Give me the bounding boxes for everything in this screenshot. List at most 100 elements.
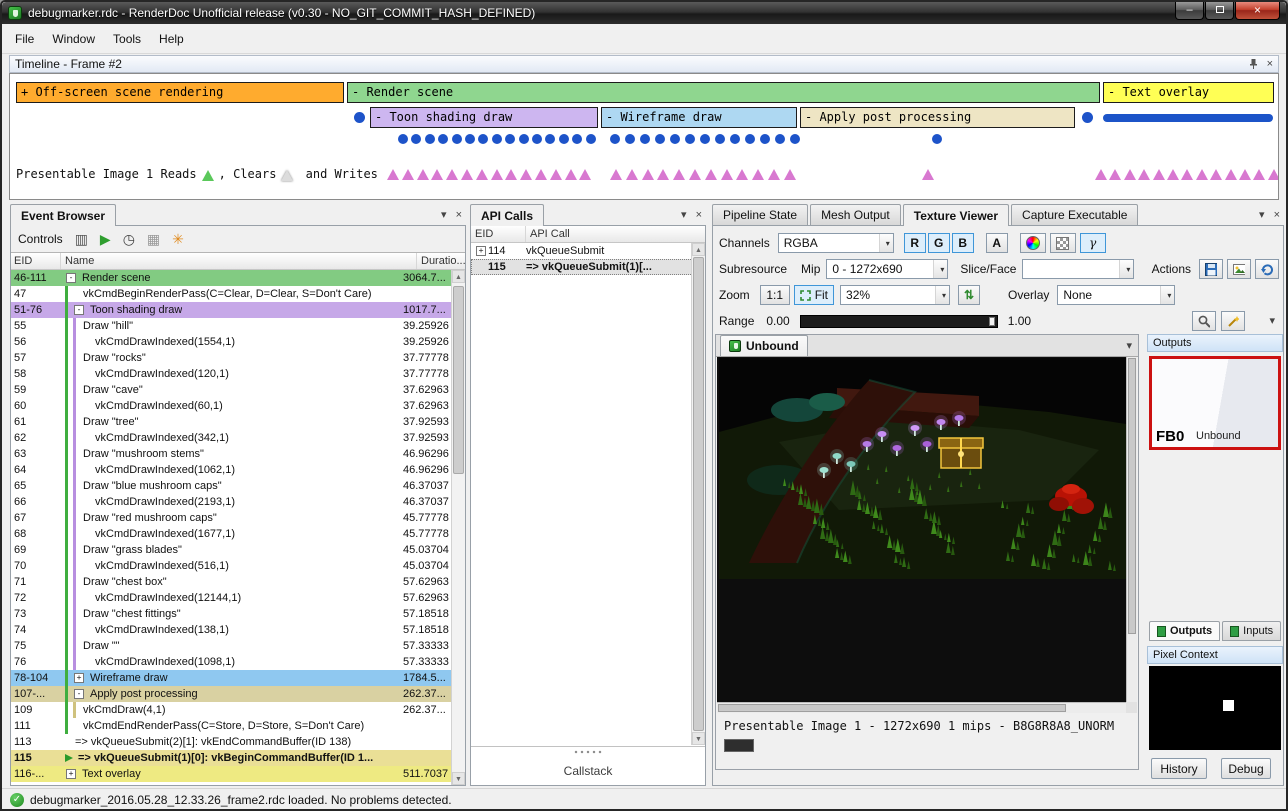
overlay-select[interactable]: None▾ (1057, 285, 1175, 305)
draw-call-dot[interactable] (715, 134, 725, 144)
event-row[interactable]: 70vkCmdDrawIndexed(516,1)45.03704 (11, 558, 451, 574)
event-row[interactable]: 72vkCmdDrawIndexed(12144,1)57.62963 (11, 590, 451, 606)
write-marker-icon[interactable] (673, 169, 685, 180)
write-marker-icon[interactable] (657, 169, 669, 180)
timeline-marker-bar[interactable]: - Text overlay (1103, 82, 1274, 103)
write-marker-icon[interactable] (626, 169, 638, 180)
draw-call-dot[interactable] (610, 134, 620, 144)
channels-select[interactable]: RGBA▾ (778, 233, 894, 253)
zoom-fit-button[interactable]: Fit (794, 285, 834, 305)
draw-call-dot[interactable] (478, 134, 488, 144)
event-row[interactable]: 57Draw "rocks"37.77778 (11, 350, 451, 366)
clear-marker-icon[interactable] (281, 170, 293, 181)
chevron-down-icon[interactable]: ▾ (1259, 210, 1265, 221)
close-icon[interactable]: × (696, 210, 702, 221)
timeline-marker-bar[interactable]: - Render scene (347, 82, 1100, 103)
close-button[interactable]: × (1235, 2, 1280, 20)
write-marker-icon[interactable] (1138, 169, 1150, 180)
menu-tools[interactable]: Tools (104, 28, 150, 50)
texture-image[interactable] (719, 358, 1126, 579)
text-overlay-draws-line[interactable] (1103, 114, 1273, 122)
read-marker-icon[interactable] (202, 170, 214, 181)
event-row[interactable]: 76vkCmdDrawIndexed(1098,1)57.33333 (11, 654, 451, 670)
event-row[interactable]: 68vkCmdDrawIndexed(1677,1)45.77778 (11, 526, 451, 542)
write-marker-icon[interactable] (491, 169, 503, 180)
draw-call-dot[interactable] (532, 134, 542, 144)
texture-scrollbar-horizontal[interactable] (717, 702, 1126, 713)
event-row[interactable]: 64vkCmdDrawIndexed(1062,1)46.96296 (11, 462, 451, 478)
scroll-up-icon[interactable]: ▲ (692, 243, 705, 256)
event-row[interactable]: 60vkCmdDrawIndexed(60,1)37.62963 (11, 398, 451, 414)
mip-select[interactable]: 0 - 1272x690▾ (826, 259, 948, 279)
event-row[interactable]: 65Draw "blue mushroom caps"46.37037 (11, 478, 451, 494)
column-eid[interactable]: EID (471, 226, 526, 242)
draw-call-dot[interactable] (425, 134, 435, 144)
draw-call-dot[interactable] (625, 134, 635, 144)
write-marker-icon[interactable] (784, 169, 796, 180)
event-row[interactable]: 66vkCmdDrawIndexed(2193,1)46.37037 (11, 494, 451, 510)
event-row[interactable]: 61Draw "tree"37.92593 (11, 414, 451, 430)
column-name[interactable]: Name (61, 253, 417, 269)
event-row[interactable]: 75Draw ""57.33333 (11, 638, 451, 654)
splitter-grip-icon[interactable] (573, 750, 603, 754)
tree-expander[interactable]: + (66, 769, 76, 779)
background-checker-button[interactable] (1050, 233, 1076, 253)
timeline-marker-bar[interactable]: - Wireframe draw (601, 107, 797, 128)
write-marker-icon[interactable] (1239, 169, 1251, 180)
timeline-marker-bar[interactable]: - Toon shading draw (370, 107, 598, 128)
draw-call-dot[interactable] (745, 134, 755, 144)
pixel-context-canvas[interactable] (1149, 666, 1281, 750)
goto-eid-icon[interactable]: ▶ (100, 232, 111, 246)
event-row[interactable]: 58vkCmdDrawIndexed(120,1)37.77778 (11, 366, 451, 382)
time-durations-icon[interactable]: ◷ (123, 232, 135, 246)
tab-event-browser[interactable]: Event Browser (10, 204, 116, 226)
scroll-down-icon[interactable]: ▼ (692, 732, 705, 745)
draw-call-dot[interactable] (775, 134, 785, 144)
minimize-button[interactable]: – (1175, 2, 1204, 20)
write-marker-icon[interactable] (431, 169, 443, 180)
draw-call-dot[interactable] (655, 134, 665, 144)
texture-canvas[interactable] (717, 357, 1137, 713)
write-marker-icon[interactable] (565, 169, 577, 180)
draw-call-dot[interactable] (545, 134, 555, 144)
write-marker-icon[interactable] (1225, 169, 1237, 180)
draw-call-dot[interactable] (438, 134, 448, 144)
chevron-down-icon[interactable]: ▾ (441, 210, 447, 221)
event-row[interactable]: 51-76-Toon shading draw1017.7... (11, 302, 451, 318)
column-api-call[interactable]: API Call (526, 226, 705, 242)
tab-list-icon[interactable]: ▾ (1126, 341, 1138, 356)
tree-expander[interactable]: - (66, 273, 76, 283)
api-call-row[interactable]: 115=> vkQueueSubmit(1)[... (471, 259, 705, 275)
draw-call-dot[interactable] (519, 134, 529, 144)
close-icon[interactable]: × (1267, 59, 1273, 70)
timeline-panel-header[interactable]: Timeline - Frame #2 × (9, 55, 1279, 73)
draw-call-dot[interactable] (559, 134, 569, 144)
write-marker-icon[interactable] (768, 169, 780, 180)
tab-unbound-texture[interactable]: Unbound (720, 335, 808, 356)
tree-expander[interactable]: - (74, 689, 84, 699)
flip-y-button[interactable]: ⇅ (958, 285, 980, 305)
menu-window[interactable]: Window (43, 28, 104, 50)
write-marker-icon[interactable] (705, 169, 717, 180)
write-marker-icon[interactable] (476, 169, 488, 180)
event-row[interactable]: 116-...+Text overlay511.7037 (11, 766, 451, 782)
column-eid[interactable]: EID (11, 253, 61, 269)
gamma-button[interactable]: γ (1080, 233, 1106, 253)
refresh-button[interactable] (1255, 259, 1279, 279)
event-row[interactable]: 71Draw "chest box"57.62963 (11, 574, 451, 590)
column-duration[interactable]: Duratio... (417, 253, 465, 269)
event-row[interactable]: 73Draw "chest fittings"57.18518 (11, 606, 451, 622)
title-bar[interactable]: debugmarker.rdc - RenderDoc Unofficial r… (2, 2, 1286, 24)
write-marker-icon[interactable] (461, 169, 473, 180)
tab-texture-viewer[interactable]: Texture Viewer (903, 204, 1009, 226)
alpha-channel-button[interactable]: A (986, 233, 1008, 253)
chevron-down-icon[interactable]: ▾ (681, 210, 687, 221)
write-marker-icon[interactable] (1253, 169, 1265, 180)
fb0-thumbnail[interactable]: FB0 Unbound (1149, 356, 1281, 450)
write-marker-icon[interactable] (1153, 169, 1165, 180)
blue-channel-button[interactable]: B (952, 233, 974, 253)
tab-mesh-output[interactable]: Mesh Output (810, 204, 901, 225)
settings-icon[interactable]: ✳ (172, 232, 184, 246)
write-marker-icon[interactable] (1196, 169, 1208, 180)
draw-call-dot[interactable] (932, 134, 942, 144)
